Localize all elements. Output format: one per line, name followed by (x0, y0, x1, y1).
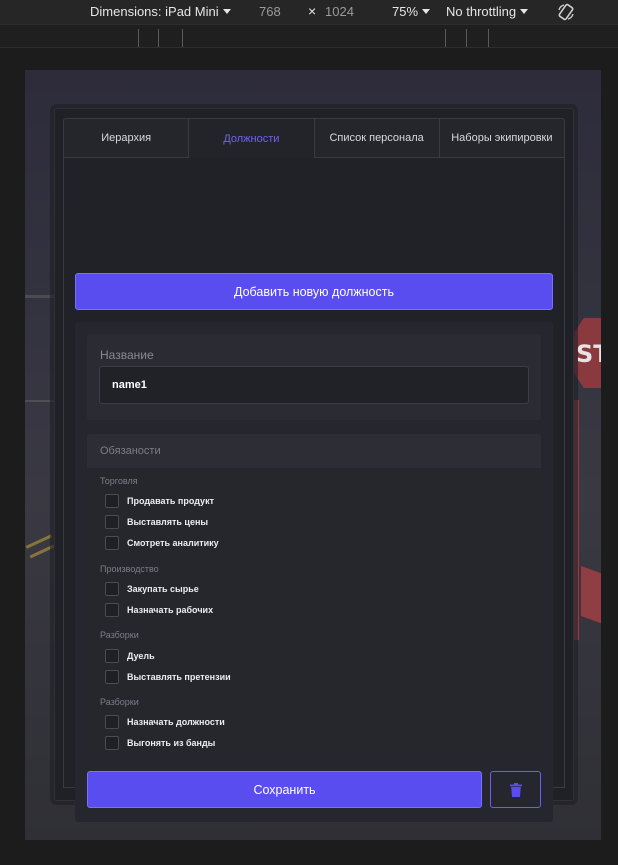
stop-sign-text: ST (576, 340, 601, 368)
permission-item[interactable]: Назначать рабочих (105, 602, 213, 618)
devtools-toolbar: Dimensions: iPad Mini 768 × 1024 75% No … (0, 0, 618, 24)
permission-item[interactable]: Смотреть аналитику (105, 535, 219, 551)
tab-content: Добавить новую должность Название Обязан… (63, 158, 565, 822)
device-dimensions-label: Dimensions: iPad Mini (90, 4, 219, 19)
permission-label: Продавать продукт (127, 496, 214, 506)
tab-equipment-sets[interactable]: Наборы экипировки (439, 119, 564, 158)
checkbox[interactable] (105, 715, 119, 729)
chevron-down-icon (520, 9, 529, 14)
checkbox[interactable] (105, 515, 119, 529)
checkbox[interactable] (105, 494, 119, 508)
viewport-height-input[interactable]: 1024 (325, 4, 354, 19)
duties-section: Обязаности Торговля Продавать продукт Вы… (87, 434, 541, 761)
save-button[interactable]: Сохранить (87, 771, 482, 808)
permission-item[interactable]: Выставлять претензии (105, 669, 231, 685)
add-position-button[interactable]: Добавить новую должность (75, 273, 553, 310)
tab-hierarchy[interactable]: Иерархия (64, 119, 190, 158)
rotate-device-icon[interactable] (556, 2, 576, 22)
device-viewport: ST Иерархия Должности Список персонала Н… (25, 70, 601, 840)
device-dimensions-dropdown[interactable]: Dimensions: iPad Mini (90, 4, 231, 19)
permission-label: Дуель (127, 651, 155, 661)
permission-label: Назначать рабочих (127, 605, 214, 615)
trash-icon (509, 782, 522, 797)
checkbox[interactable] (105, 670, 119, 684)
checkbox[interactable] (105, 582, 119, 596)
throttling-label: No throttling (446, 4, 517, 19)
throttling-dropdown[interactable]: No throttling (446, 4, 529, 19)
zoom-label: 75% (392, 4, 419, 19)
permission-label: Выставлять цены (127, 517, 209, 527)
dimension-separator: × (308, 3, 317, 19)
tab-staff-list[interactable]: Список персонала (314, 119, 440, 158)
stop-sign: ST (570, 318, 601, 388)
group-title-showdowns-2: Разборки (100, 697, 139, 707)
permission-item[interactable]: Назначать должности (105, 714, 225, 730)
viewport-width-input[interactable]: 768 (259, 4, 281, 19)
permission-item[interactable]: Выгонять из банды (105, 735, 215, 751)
group-title-trade: Торговля (100, 476, 138, 486)
name-input[interactable] (99, 366, 529, 404)
media-query-ruler (0, 24, 618, 48)
duties-list[interactable]: Торговля Продавать продукт Выставлять це… (87, 468, 541, 761)
name-field-label: Название (100, 348, 154, 362)
permission-label: Закупать сырье (127, 584, 199, 594)
permission-label: Выгонять из банды (127, 738, 216, 748)
permission-label: Назначать должности (127, 717, 225, 727)
checkbox[interactable] (105, 603, 119, 617)
zoom-dropdown[interactable]: 75% (392, 4, 431, 19)
permission-label: Выставлять претензии (127, 672, 231, 682)
chevron-down-icon (422, 9, 431, 14)
permission-item[interactable]: Дуель (105, 648, 155, 664)
group-title-showdowns: Разборки (100, 630, 139, 640)
permission-item[interactable]: Закупать сырье (105, 581, 199, 597)
group-title-production: Производство (100, 564, 159, 574)
delete-button[interactable] (490, 771, 541, 808)
duties-header: Обязаности (87, 434, 541, 468)
permission-label: Смотреть аналитику (127, 538, 219, 548)
tab-bar: Иерархия Должности Список персонала Набо… (63, 118, 565, 158)
position-editor-card: Название Обязаности Торговля Продавать п… (75, 322, 553, 822)
duties-title: Обязаности (100, 445, 161, 457)
checkbox[interactable] (105, 536, 119, 550)
positions-panel: Иерархия Должности Список персонала Набо… (54, 108, 574, 822)
permission-item[interactable]: Продавать продукт (105, 493, 214, 509)
name-field-group: Название (87, 334, 541, 420)
chevron-down-icon (222, 9, 231, 14)
checkbox[interactable] (105, 649, 119, 663)
tab-positions[interactable]: Должности (189, 119, 315, 158)
permission-item[interactable]: Выставлять цены (105, 514, 208, 530)
checkbox[interactable] (105, 736, 119, 750)
